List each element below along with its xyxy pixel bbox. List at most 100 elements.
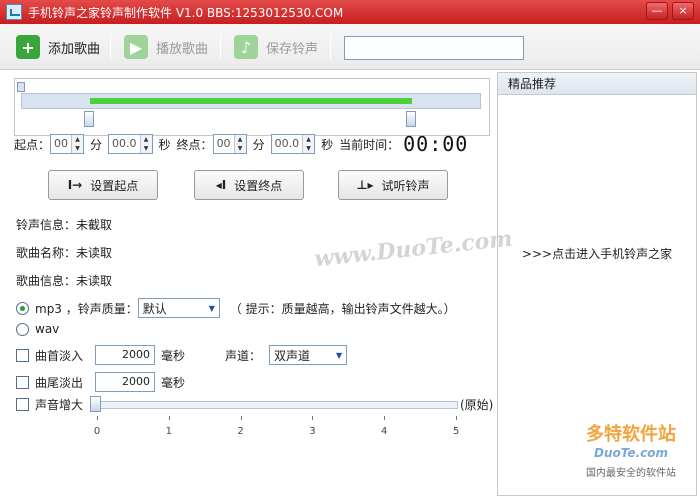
add-song-label: 添加歌曲 [48,41,101,57]
fade-in-input[interactable]: 2000 [95,345,156,365]
toolbar-separator [330,34,331,60]
volume-hint: (原始) [460,398,494,412]
stepper-arrows-icon[interactable]: ▲ ▼ [71,135,84,153]
time-row: 起点： 00 ▲ ▼ 分 00.0 ▲ ▼ 秒 终点： 00 ▲ ▼ 分 00.0 ▲… [14,132,494,156]
recommend-header: 精品推荐 [498,73,696,95]
volume-tick-label: 1 [165,426,172,437]
set-start-button[interactable]: I→ 设置起点 [48,170,158,200]
song-name: 歌曲名称：未读取 [16,246,113,260]
preview-label: 试听铃声 [381,178,430,193]
title-bar: 手机铃声之家铃声制作软件 V1.0 BBS:1253012530.COM — × [0,0,700,24]
set-end-icon: ◂I [215,178,227,192]
ringtone-home-link[interactable]: >>>点击进入手机铃声之家 [498,245,696,262]
minute-unit: 分 [252,137,265,152]
watermark-logo: 多特软件站 DuoTe.com 国内最安全的软件站 [564,420,698,484]
dropdown-arrow-icon: ▼ [335,350,343,360]
end-thumb[interactable] [406,111,416,127]
minute-unit: 分 [90,137,103,152]
fade-in-checkbox[interactable] [16,348,29,362]
volume-slider[interactable] [96,401,458,409]
start-minute-stepper[interactable]: 00 ▲ ▼ [50,134,85,154]
app-icon [6,4,22,20]
mp3-radio[interactable] [16,301,29,315]
save-ringtone-button[interactable]: ♪ 保存铃声 [234,33,318,61]
watermark-logo-big: 多特软件站 [586,424,676,445]
volume-tick [168,416,170,420]
volume-thumb[interactable] [90,396,101,412]
editor-pane: 起点： 00 ▲ ▼ 分 00.0 ▲ ▼ 秒 终点： 00 ▲ ▼ 分 00.0 ▲… [8,70,494,496]
wav-radio[interactable] [16,322,29,336]
volume-tick-label: 2 [237,426,244,437]
fade-out-label: 曲尾淡出 [35,375,84,390]
volume-row: 声音增大 [16,396,83,413]
play-song-label: 播放歌曲 [156,41,209,57]
play-icon: ▶ [124,35,148,59]
end-second-stepper[interactable]: 00.0 ▲ ▼ [270,134,316,154]
waveform-track[interactable] [21,93,481,109]
stepper-arrows-icon[interactable]: ▲ ▼ [302,135,315,153]
plus-icon: + [16,35,40,59]
toolbar: + 添加歌曲 ▶ 播放歌曲 ♪ 保存铃声 [0,24,700,70]
volume-tick-label: 5 [452,426,460,437]
quality-hint: （ 提示：质量越高，输出铃声文件越大。） [229,301,456,316]
channel-value: 双声道 [274,348,311,363]
selected-range [90,98,412,104]
current-time-label: 当前时间： [339,137,400,152]
volume-tick [97,416,98,420]
watermark-logo-small: 国内最安全的软件站 [586,468,676,479]
stepper-arrows-icon[interactable]: ▲ ▼ [233,135,246,153]
position-marker[interactable] [17,82,25,92]
dropdown-arrow-icon: ▼ [208,303,215,313]
preview-button[interactable]: ⊥▸ 试听铃声 [338,170,448,200]
volume-tick [240,416,242,420]
play-song-button[interactable]: ▶ 播放歌曲 [124,33,208,61]
set-end-button[interactable]: ◂I 设置终点 [194,170,304,200]
ringtone-info: 铃声信息：未截取 [16,218,113,232]
ms-unit: 毫秒 [161,348,186,363]
volume-tick [456,416,457,420]
end-minute-stepper[interactable]: 00 ▲ ▼ [212,134,247,154]
start-label: 起点： [14,137,51,152]
preview-icon: ⊥▸ [356,178,374,192]
range-selector [14,78,490,136]
ms-unit: 毫秒 [161,375,186,390]
close-button[interactable]: × [672,2,694,20]
set-start-label: 设置起点 [90,178,139,193]
fade-out-row: 曲尾淡出 2000 毫秒 [16,372,185,392]
second-unit: 秒 [158,137,171,152]
volume-tick-label: 4 [381,426,388,437]
toolbar-separator [220,34,221,60]
mp3-option-row: mp3 ，铃声质量： 默认 ▼ （ 提示：质量越高，输出铃声文件越大。） [16,298,456,318]
mp3-label: mp3 ，铃声质量： [35,301,138,316]
save-ringtone-label: 保存铃声 [266,41,319,57]
song-info: 歌曲信息：未读取 [16,274,113,288]
fade-out-input[interactable]: 2000 [95,372,156,392]
second-unit: 秒 [321,137,334,152]
quality-select[interactable]: 默认 ▼ [137,298,220,318]
current-time-display: 00:00 [403,132,469,156]
quality-value: 默认 [142,301,167,316]
window-title: 手机铃声之家铃声制作软件 V1.0 BBS:1253012530.COM [28,5,344,20]
volume-label: 声音增大 [35,398,84,412]
wav-option-row: wav [16,322,59,336]
fade-out-checkbox[interactable] [16,375,29,389]
volume-tick-label: 0 [93,426,101,437]
fade-in-label: 曲首淡入 [35,348,84,363]
watermark-logo-mid: DuoTe.com [594,446,668,460]
set-end-label: 设置终点 [234,178,283,193]
fade-in-row: 曲首淡入 2000 毫秒 声道： 双声道 ▼ [16,345,348,365]
set-start-icon: I→ [67,178,83,192]
music-note-icon: ♪ [234,35,258,59]
start-second-stepper[interactable]: 00.0 ▲ ▼ [108,134,153,154]
toolbar-separator [110,34,111,60]
start-thumb[interactable] [84,111,94,127]
channel-select[interactable]: 双声道 ▼ [269,345,348,365]
toolbar-input[interactable] [344,36,524,60]
stepper-arrows-icon[interactable]: ▲ ▼ [139,135,152,153]
volume-tick [312,416,314,420]
end-label: 终点： [176,137,213,152]
minimize-button[interactable]: — [646,2,668,20]
volume-checkbox[interactable] [16,398,29,411]
add-song-button[interactable]: + 添加歌曲 [16,33,100,61]
volume-tick [384,416,386,420]
